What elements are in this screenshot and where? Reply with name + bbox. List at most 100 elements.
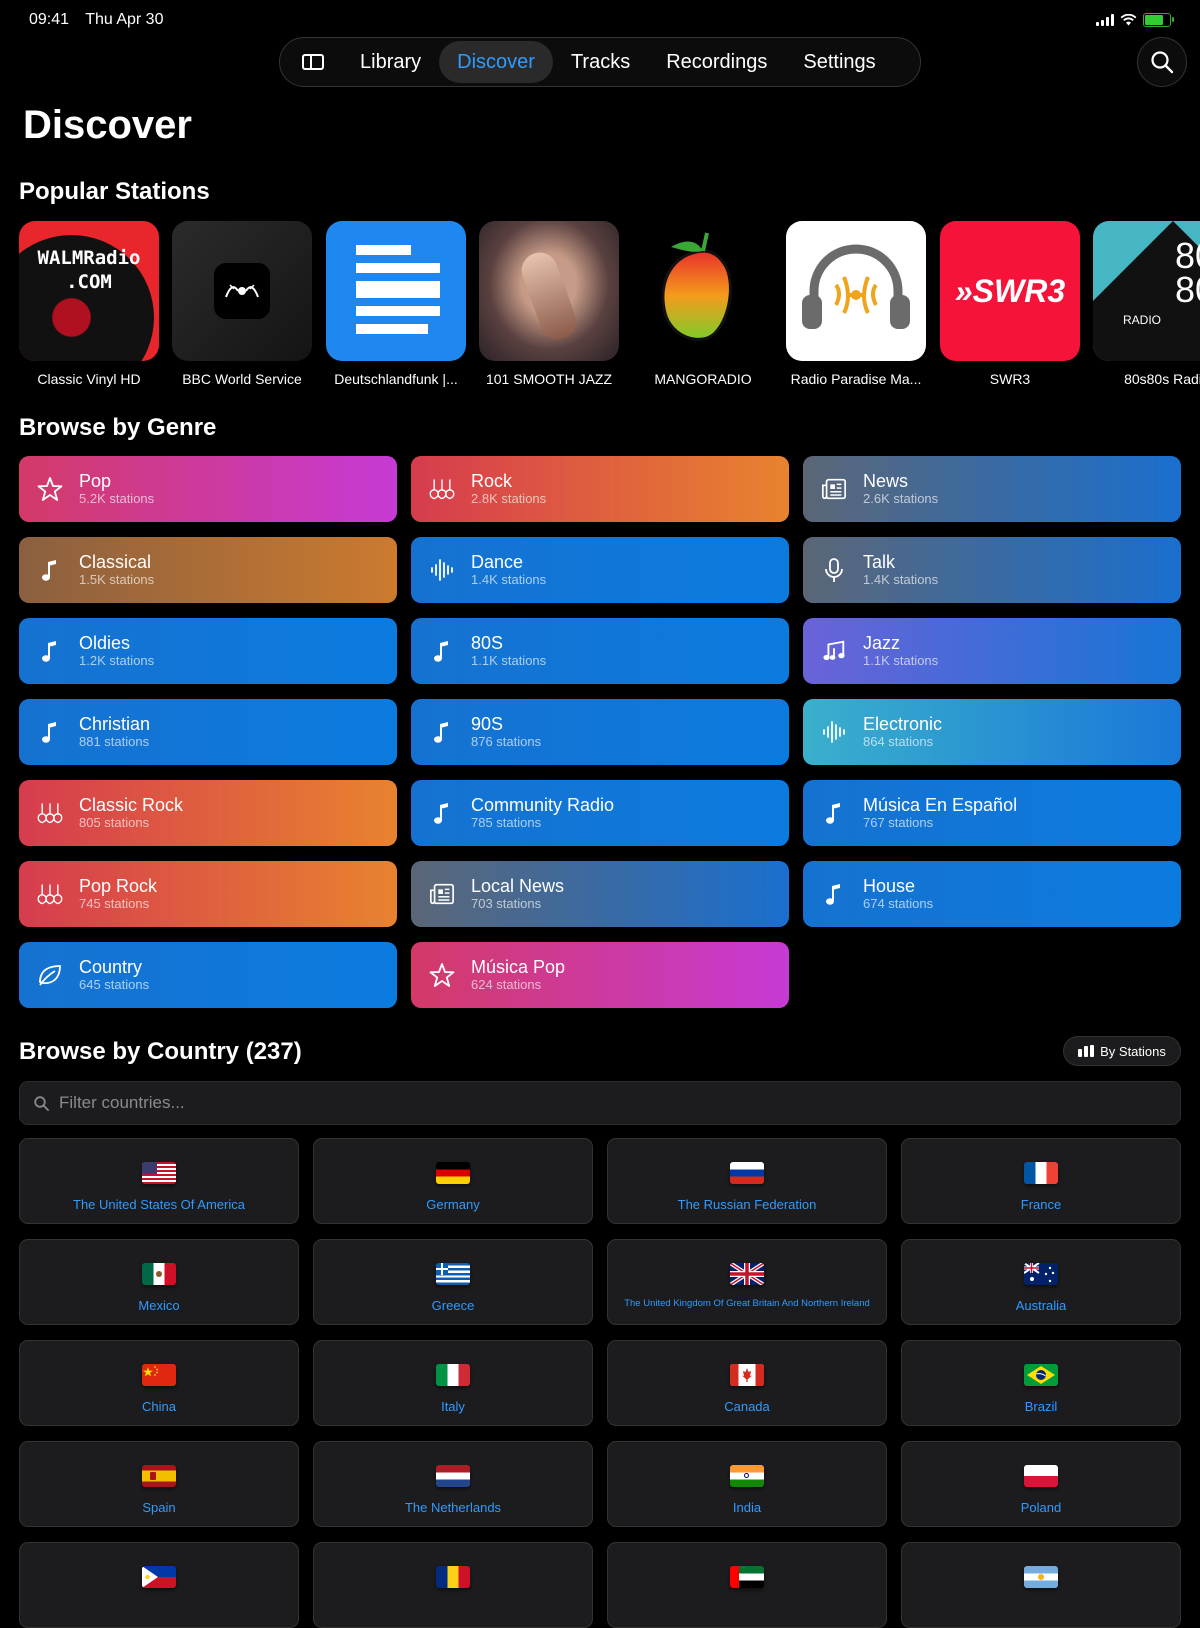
- guitars-icon: [37, 881, 63, 907]
- country-tile[interactable]: China: [19, 1340, 299, 1426]
- cellular-signal-icon: [1096, 14, 1114, 26]
- page-title: Discover: [23, 103, 192, 147]
- mango-logo-icon: [661, 232, 732, 341]
- country-tile[interactable]: Greece: [313, 1239, 593, 1325]
- genre-tile-dance[interactable]: Dance 1.4K stations: [411, 537, 789, 603]
- genre-name: News: [863, 471, 909, 491]
- station-card[interactable]: 101 SMOOTH JAZZ: [479, 221, 619, 387]
- genre-station-count: 1.1K stations: [863, 653, 939, 668]
- tab-tracks[interactable]: Tracks: [553, 41, 648, 83]
- brazil-flag-icon: [1024, 1364, 1058, 1386]
- tab-recordings[interactable]: Recordings: [648, 41, 785, 83]
- genre-tile-pop-rock[interactable]: Pop Rock 745 stations: [19, 861, 397, 927]
- country-name: France: [1020, 1197, 1062, 1212]
- country-tile[interactable]: The United States Of America: [19, 1138, 299, 1224]
- music-note-icon: [429, 638, 455, 664]
- status-time: 09:41: [29, 11, 70, 28]
- genre-station-count: 864 stations: [863, 734, 934, 749]
- genre-tile-80s[interactable]: 80S 1.1K stations: [411, 618, 789, 684]
- newspaper-icon: [429, 881, 455, 907]
- country-tile[interactable]: India: [607, 1441, 887, 1527]
- russia-flag-icon: [730, 1162, 764, 1184]
- newspaper-icon: [821, 476, 847, 502]
- country-tile[interactable]: Spain: [19, 1441, 299, 1527]
- station-card[interactable]: WALMRadio .COM Classic Vinyl HD: [19, 221, 159, 387]
- genre-tile-christian[interactable]: Christian 881 stations: [19, 699, 397, 765]
- station-name: SWR3: [989, 371, 1031, 387]
- country-tile[interactable]: France: [901, 1138, 1181, 1224]
- station-card[interactable]: MANGORADIO: [633, 221, 773, 387]
- sort-by-stations-button[interactable]: By Stations: [1063, 1036, 1181, 1066]
- genre-tile-oldies[interactable]: Oldies 1.2K stations: [19, 618, 397, 684]
- filter-countries-input[interactable]: [57, 1092, 1061, 1114]
- genre-tile-local-news[interactable]: Local News 703 stations: [411, 861, 789, 927]
- filter-countries-field[interactable]: [19, 1081, 1181, 1125]
- genre-name: 80S: [471, 633, 504, 653]
- station-card[interactable]: Deutschlandfunk |...: [326, 221, 466, 387]
- genre-tile-electronic[interactable]: Electronic 864 stations: [803, 699, 1181, 765]
- browse-by-genre-heading: Browse by Genre: [19, 414, 217, 441]
- country-name: China: [142, 1399, 176, 1414]
- popular-stations-heading: Popular Stations: [19, 178, 210, 205]
- genre-station-count: 767 stations: [863, 815, 934, 830]
- genre-tile-classical[interactable]: Classical 1.5K stations: [19, 537, 397, 603]
- country-tile[interactable]: [607, 1542, 887, 1628]
- country-tile[interactable]: [901, 1542, 1181, 1628]
- genre-name: Community Radio: [471, 795, 615, 815]
- tab-discover[interactable]: Discover: [439, 41, 553, 83]
- genre-station-count: 745 stations: [79, 896, 150, 911]
- bar-chart-icon: [1078, 1045, 1095, 1057]
- country-tile[interactable]: Brazil: [901, 1340, 1181, 1426]
- genre-tile-m-sica-pop[interactable]: Música Pop 624 stations: [411, 942, 789, 1008]
- country-tile[interactable]: Mexico: [19, 1239, 299, 1325]
- genre-tile-community-radio[interactable]: Community Radio 785 stations: [411, 780, 789, 846]
- india-flag-icon: [730, 1465, 764, 1487]
- sidebar-toggle-button[interactable]: [284, 41, 342, 83]
- country-tile[interactable]: [313, 1542, 593, 1628]
- country-tile[interactable]: Poland: [901, 1441, 1181, 1527]
- station-artwork: »SWR3: [940, 221, 1080, 361]
- search-button[interactable]: [1137, 37, 1187, 87]
- star-icon: [429, 962, 455, 988]
- genre-tile-pop[interactable]: Pop 5.2K stations: [19, 456, 397, 522]
- status-bar: 09:41 Thu Apr 30: [29, 10, 1174, 30]
- country-tile[interactable]: Australia: [901, 1239, 1181, 1325]
- country-tile[interactable]: [19, 1542, 299, 1628]
- genre-tile-country[interactable]: Country 645 stations: [19, 942, 397, 1008]
- genre-name: Rock: [471, 471, 513, 491]
- genre-station-count: 645 stations: [79, 977, 150, 992]
- country-tile[interactable]: Italy: [313, 1340, 593, 1426]
- genre-tile-90s[interactable]: 90S 876 stations: [411, 699, 789, 765]
- genre-name: Christian: [79, 714, 151, 734]
- country-tile[interactable]: The Netherlands: [313, 1441, 593, 1527]
- genre-tile-house[interactable]: House 674 stations: [803, 861, 1181, 927]
- genre-tile-rock[interactable]: Rock 2.8K stations: [411, 456, 789, 522]
- country-tile[interactable]: Canada: [607, 1340, 887, 1426]
- greece-flag-icon: [436, 1263, 470, 1285]
- genre-tile-talk[interactable]: Talk 1.4K stations: [803, 537, 1181, 603]
- genre-station-count: 2.8K stations: [471, 491, 547, 506]
- tab-settings[interactable]: Settings: [785, 41, 893, 83]
- music-note-icon: [821, 881, 847, 907]
- country-tile[interactable]: Germany: [313, 1138, 593, 1224]
- genre-tile-m-sica-en-espa-ol[interactable]: Música En Español 767 stations: [803, 780, 1181, 846]
- bbc-logo-icon: [225, 284, 259, 298]
- battery-icon: [1143, 13, 1174, 27]
- genre-station-count: 1.4K stations: [471, 572, 547, 587]
- genre-tile-jazz[interactable]: Jazz 1.1K stations: [803, 618, 1181, 684]
- genre-tile-news[interactable]: News 2.6K stations: [803, 456, 1181, 522]
- country-tile[interactable]: The Russian Federation: [607, 1138, 887, 1224]
- station-card[interactable]: BBC World Service: [172, 221, 312, 387]
- china-flag-icon: [142, 1364, 176, 1386]
- station-card[interactable]: Radio Paradise Ma...: [786, 221, 926, 387]
- microphone-icon: [821, 557, 847, 583]
- station-card[interactable]: 80s 80s RADIO 80s80s Radi: [1093, 221, 1200, 387]
- italy-flag-icon: [436, 1364, 470, 1386]
- station-card[interactable]: »SWR3 SWR3: [940, 221, 1080, 387]
- country-name: Germany: [426, 1197, 480, 1212]
- tab-library[interactable]: Library: [342, 41, 439, 83]
- genre-station-count: 1.4K stations: [863, 572, 939, 587]
- genre-station-count: 876 stations: [471, 734, 542, 749]
- genre-tile-classic-rock[interactable]: Classic Rock 805 stations: [19, 780, 397, 846]
- country-tile[interactable]: The United Kingdom Of Great Britain And …: [607, 1239, 887, 1325]
